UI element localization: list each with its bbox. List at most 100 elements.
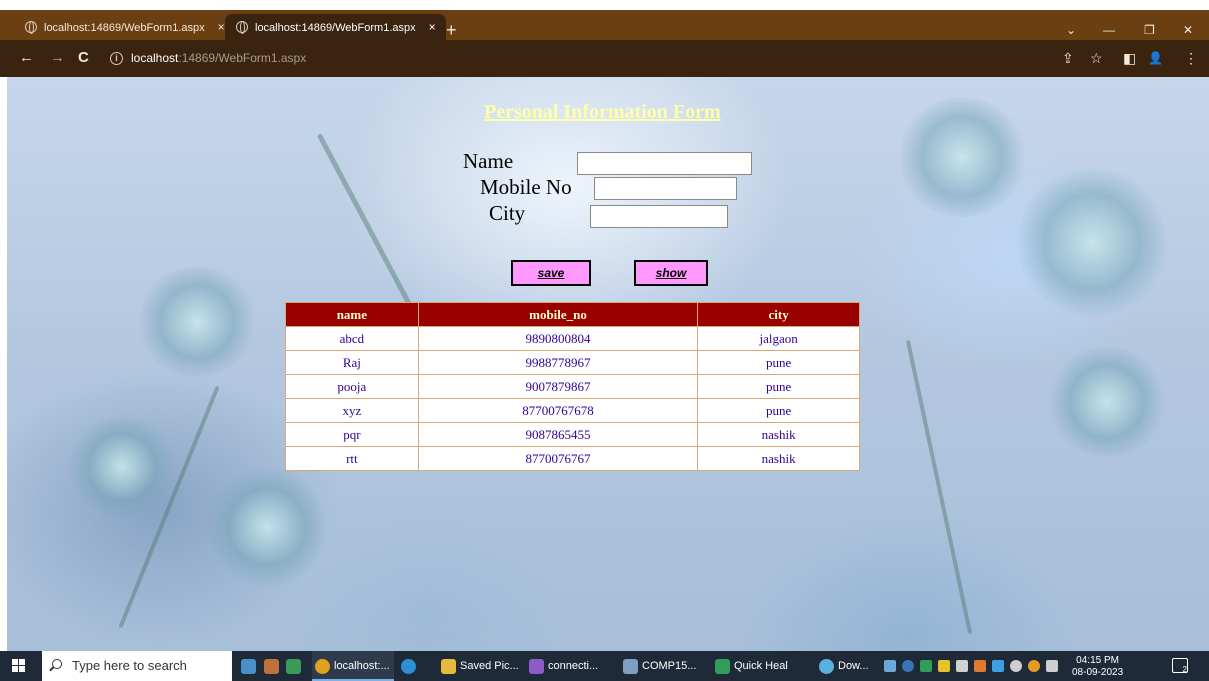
taskbar-item-connections[interactable]: connecti... — [526, 651, 610, 681]
table-row: xyz 87700767678 pune — [285, 398, 860, 423]
cell-name: Raj — [285, 350, 419, 375]
share-icon[interactable]: ⇪ — [1062, 50, 1074, 66]
windows-taskbar: Type here to search localhost:... Saved … — [0, 651, 1209, 681]
column-header-name: name — [285, 302, 419, 327]
table-row: pqr 9087865455 nashik — [285, 422, 860, 447]
restore-icon[interactable]: ❐ — [1144, 22, 1155, 38]
taskbar-item-label: localhost:... — [334, 660, 390, 672]
taskbar-item-label: Dow... — [838, 660, 869, 672]
taskbar-item-label: Quick Heal — [734, 660, 788, 672]
url-text: localhost:14869/WebForm1.aspx — [131, 51, 306, 65]
url-path: :14869/WebForm1.aspx — [178, 51, 307, 65]
grid-header-row: name mobile_no city — [285, 302, 860, 327]
background-stem — [905, 339, 973, 635]
tab-search-icon[interactable]: ⌄ — [1066, 22, 1076, 38]
taskbar-item-label: COMP15... — [642, 660, 697, 672]
back-icon[interactable]: ← — [19, 49, 34, 67]
mobile-field[interactable] — [594, 177, 737, 200]
network-icon[interactable] — [1046, 660, 1058, 672]
city-field[interactable] — [590, 205, 728, 228]
tab-title: localhost:14869/WebForm1.aspx — [44, 22, 205, 34]
show-button[interactable]: show — [634, 260, 708, 286]
tab-title: localhost:14869/WebForm1.aspx — [255, 22, 416, 34]
edge-icon — [401, 659, 416, 674]
cell-name: pooja — [285, 374, 419, 399]
taskbar-item-saved-pictures[interactable]: Saved Pic... — [438, 651, 520, 681]
files-icon — [286, 659, 301, 674]
new-tab-button[interactable]: + — [446, 21, 457, 39]
taskbar-item-comp15[interactable]: COMP15... — [620, 651, 704, 681]
tray-security-icon[interactable] — [938, 660, 950, 672]
tab-close-icon[interactable]: × — [429, 20, 436, 34]
folder-icon — [441, 659, 456, 674]
side-panel-icon[interactable]: ◧ — [1123, 50, 1136, 66]
menu-icon[interactable]: ⋮ — [1184, 50, 1198, 66]
cell-name: abcd — [285, 326, 419, 351]
profile-icon[interactable]: 👤 — [1148, 50, 1163, 66]
tray-app-icon[interactable] — [902, 660, 914, 672]
cell-mobile: 9007879867 — [417, 374, 699, 399]
taskbar-clock[interactable]: 04:15 PM 08-09-2023 — [1072, 655, 1123, 679]
table-row: Raj 9988778967 pune — [285, 350, 860, 375]
cell-mobile: 9988778967 — [417, 350, 699, 375]
search-icon — [52, 659, 62, 669]
table-row: pooja 9007879867 pune — [285, 374, 860, 399]
taskbar-item-edge[interactable] — [398, 651, 430, 681]
weather-icon — [819, 659, 834, 674]
cell-city: jalgaon — [697, 326, 860, 351]
bookmark-star-icon[interactable]: ☆ — [1090, 50, 1103, 66]
address-bar: ← → C i localhost:14869/WebForm1.aspx ⇪ … — [0, 40, 1209, 77]
tray-quickheal-icon[interactable] — [920, 660, 932, 672]
chrome-icon — [315, 659, 330, 674]
background-blossom — [137, 267, 257, 377]
taskbar-item-weather[interactable]: Dow... — [816, 651, 876, 681]
volume-icon[interactable] — [1010, 660, 1022, 672]
tray-app3-icon[interactable] — [992, 660, 1004, 672]
browser-tab-2[interactable]: localhost:14869/WebForm1.aspx × — [225, 14, 446, 40]
tab-close-icon[interactable]: × — [218, 20, 225, 34]
notification-count: 2 — [1182, 665, 1187, 674]
notification-icon[interactable]: 2 — [1172, 658, 1188, 674]
tray-keyboard-icon[interactable] — [956, 660, 968, 672]
tray-app2-icon[interactable] — [974, 660, 986, 672]
globe-icon — [236, 21, 248, 34]
background-blossom — [1047, 347, 1167, 457]
clock-date: 08-09-2023 — [1072, 667, 1124, 678]
taskbar-item-label: Saved Pic... — [460, 660, 519, 672]
browser-tab-1[interactable]: localhost:14869/WebForm1.aspx × — [14, 14, 235, 40]
save-button[interactable]: save — [511, 260, 591, 286]
reload-icon[interactable]: C — [78, 49, 89, 67]
cell-mobile: 87700767678 — [417, 398, 699, 423]
quickheal-icon — [715, 659, 730, 674]
cell-city: pune — [697, 398, 860, 423]
taskbar-item-chrome[interactable]: localhost:... — [312, 651, 394, 681]
background-blossom — [1017, 167, 1167, 317]
taskbar-item-label: connecti... — [548, 660, 599, 672]
name-label: Name — [463, 149, 514, 173]
name-field[interactable] — [577, 152, 752, 175]
cell-mobile: 9087865455 — [417, 422, 699, 447]
tray-network-share-icon[interactable] — [884, 660, 896, 672]
cell-city: nashik — [697, 422, 860, 447]
column-header-city: city — [697, 302, 860, 327]
url-field[interactable]: i localhost:14869/WebForm1.aspx — [102, 47, 1142, 71]
browser-titlebar: localhost:14869/WebForm1.aspx × localhos… — [0, 10, 1209, 40]
cell-mobile: 8770076767 — [417, 446, 699, 471]
cell-mobile: 9890800804 — [417, 326, 699, 351]
info-icon[interactable]: i — [110, 52, 123, 65]
mobile-label: Mobile No — [480, 175, 572, 199]
close-window-icon[interactable]: ✕ — [1183, 22, 1193, 38]
minimize-icon[interactable]: — — [1103, 22, 1115, 38]
library-icon — [264, 659, 279, 674]
taskbar-search[interactable]: Type here to search — [42, 651, 232, 681]
tray-app4-icon[interactable] — [1028, 660, 1040, 672]
records-grid: name mobile_no city abcd 9890800804 jalg… — [285, 302, 860, 471]
network-icon — [529, 659, 544, 674]
people-icon — [241, 659, 256, 674]
taskbar-item-quick-heal[interactable]: Quick Heal — [712, 651, 802, 681]
windows-start-icon[interactable] — [12, 659, 26, 673]
forward-icon[interactable]: → — [50, 49, 65, 67]
page-title: Personal Information Form — [484, 101, 721, 123]
globe-icon — [25, 21, 37, 34]
pinned-apps[interactable] — [238, 651, 306, 681]
